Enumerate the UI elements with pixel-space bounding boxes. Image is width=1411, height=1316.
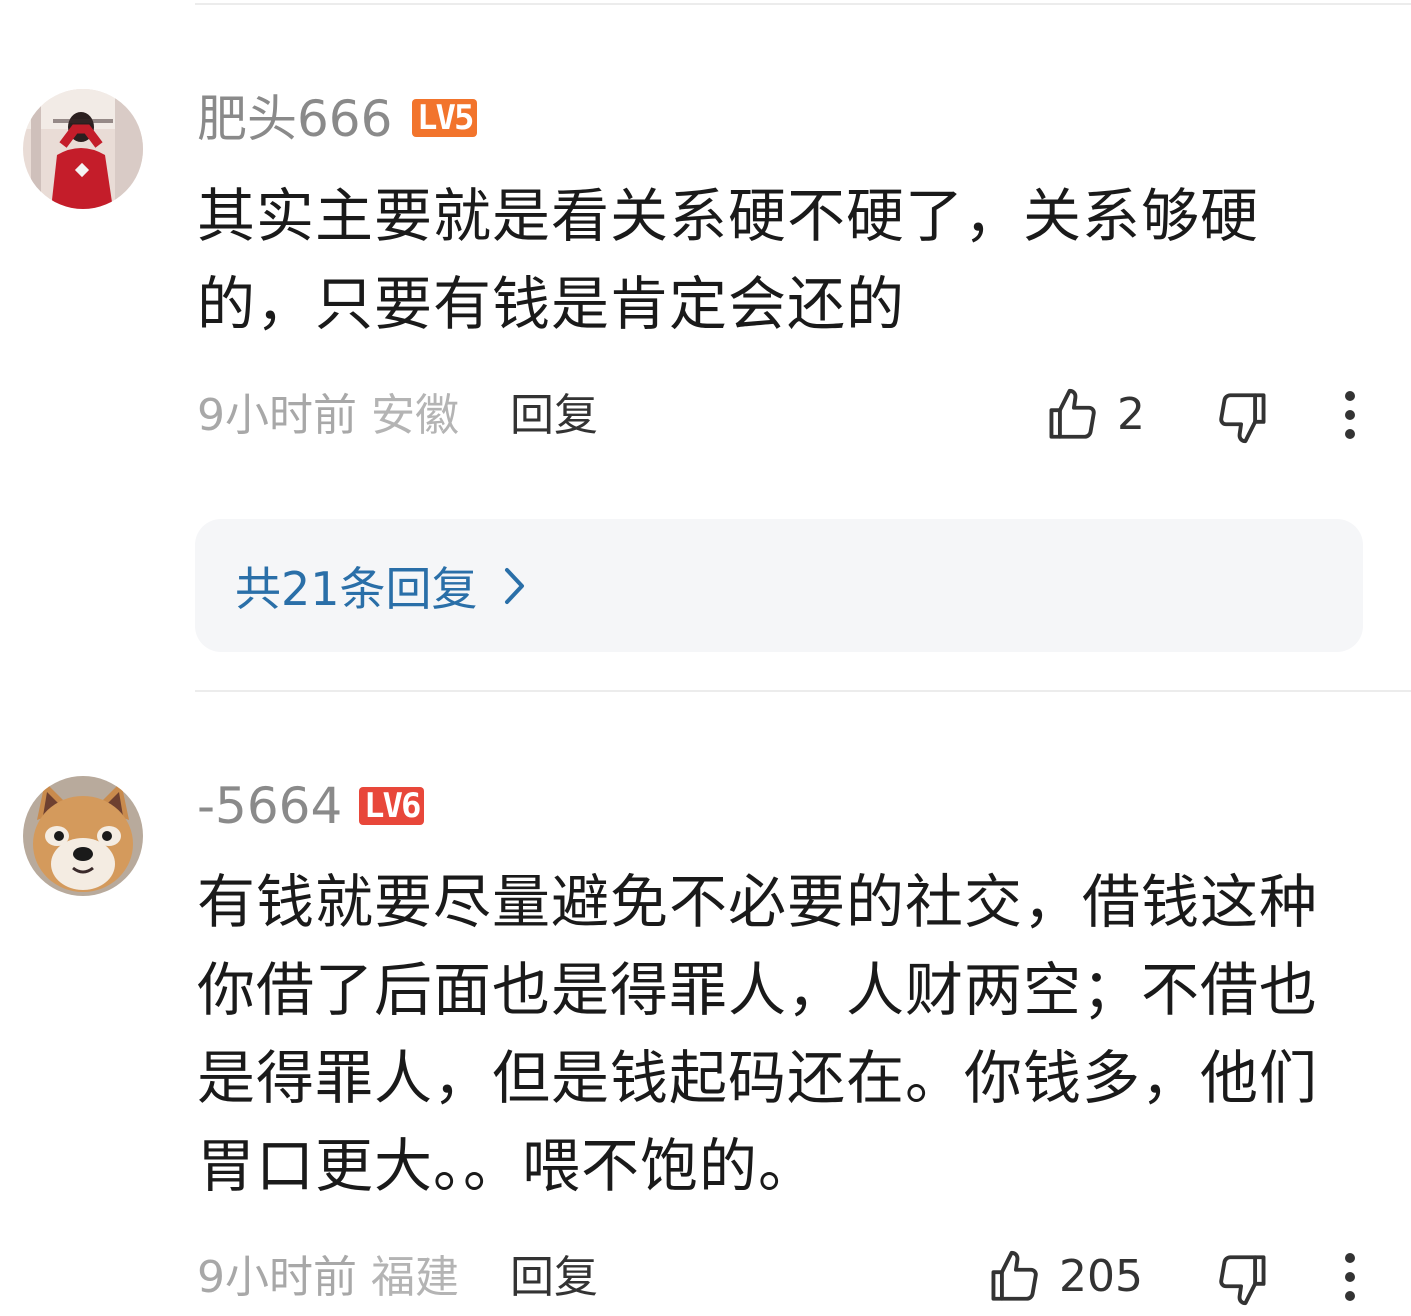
like-button[interactable]: 2 bbox=[1043, 386, 1145, 444]
avatar-image bbox=[23, 776, 143, 896]
chevron-right-icon bbox=[504, 567, 524, 604]
comment-meta: 9小时前 福建 bbox=[197, 1256, 459, 1300]
comment-text[interactable]: 其实主要就是看关系硬不硬了，关系够硬的，只要有钱是肯定会还的 bbox=[197, 172, 1347, 348]
username[interactable]: 肥头666 bbox=[197, 94, 392, 144]
more-vertical-icon[interactable] bbox=[1340, 1252, 1360, 1302]
username[interactable]: -5664 bbox=[197, 781, 342, 831]
location: 安徽 bbox=[371, 390, 459, 441]
thumbs-up-icon bbox=[1049, 388, 1096, 439]
like-count: 2 bbox=[1117, 389, 1145, 440]
comment-text[interactable]: 有钱就要尽量避免不必要的社交，借钱这种你借了后面也是得罪人，人财两空；不借也是得… bbox=[197, 858, 1347, 1210]
thumbs-up-icon bbox=[991, 1250, 1038, 1301]
view-replies-button[interactable]: 共21条回复 bbox=[195, 519, 1363, 652]
reply-button[interactable]: 回复 bbox=[510, 1256, 598, 1300]
reply-button[interactable]: 回复 bbox=[510, 394, 598, 438]
thumbs-down-icon[interactable] bbox=[1214, 1250, 1272, 1308]
location: 福建 bbox=[371, 1252, 459, 1303]
level-badge: LV5 bbox=[412, 99, 478, 137]
avatar[interactable] bbox=[23, 89, 143, 209]
comment-meta: 9小时前 安徽 bbox=[197, 394, 459, 438]
more-vertical-icon[interactable] bbox=[1340, 390, 1360, 440]
timestamp: 9小时前 bbox=[197, 390, 357, 441]
like-button[interactable]: 205 bbox=[985, 1248, 1143, 1306]
thumbs-down-icon[interactable] bbox=[1214, 388, 1272, 446]
comment-divider bbox=[195, 690, 1411, 692]
like-count: 205 bbox=[1059, 1251, 1143, 1302]
replies-count-label: 共21条回复 bbox=[235, 561, 478, 616]
top-divider bbox=[195, 3, 1411, 5]
avatar[interactable] bbox=[23, 776, 143, 896]
timestamp: 9小时前 bbox=[197, 1252, 357, 1303]
level-badge: LV6 bbox=[359, 787, 425, 825]
avatar-image bbox=[23, 89, 143, 209]
